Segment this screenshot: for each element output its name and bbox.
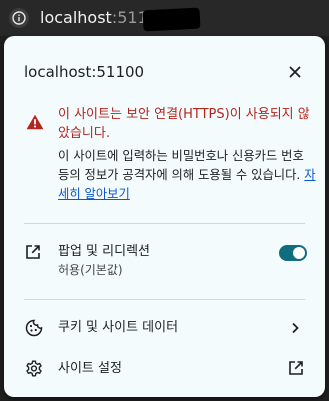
warning-triangle-icon [26,114,44,130]
permission-label: 팝업 및 리디렉션 [58,244,150,259]
site-settings-label: 사이트 설정 [58,361,122,376]
close-button[interactable] [283,60,307,84]
permission-sublabel: 허용(기본값) [58,263,123,277]
open-in-new-icon [26,245,40,259]
cookie-icon [25,319,43,337]
divider-2 [24,299,305,300]
chevron-right-icon [292,322,299,334]
external-link-icon [289,361,303,375]
warning-body-text: 이 사이트에 입력하는 비밀번호나 신용카드 번호 등의 정보가 공격자에 의해… [58,149,304,182]
url-host: localhost [40,8,112,27]
site-settings-row[interactable] [4,352,325,386]
gear-icon [26,360,42,377]
toggle-knob [293,247,305,259]
cookies-label: 쿠키 및 사이트 데이터 [58,320,179,335]
omnibox[interactable]: localhost:51100/ [0,0,329,36]
divider-1 [24,223,305,224]
warning-body: 이 사이트에 입력하는 비밀번호나 신용카드 번호 등의 정보가 공격자에 의해… [58,147,316,204]
info-icon[interactable] [9,8,29,28]
popup-title: localhost:51100 [24,63,145,81]
redaction-mark [142,7,201,32]
warning-title: 이 사이트는 보안 연결(HTTPS)이 사용되지 않았습니다. [58,107,310,141]
close-icon [289,66,301,78]
site-info-popup: localhost:51100 이 사이트는 보안 연결(HTTPS)이 사용되… [4,36,325,397]
popups-toggle[interactable] [279,245,307,261]
